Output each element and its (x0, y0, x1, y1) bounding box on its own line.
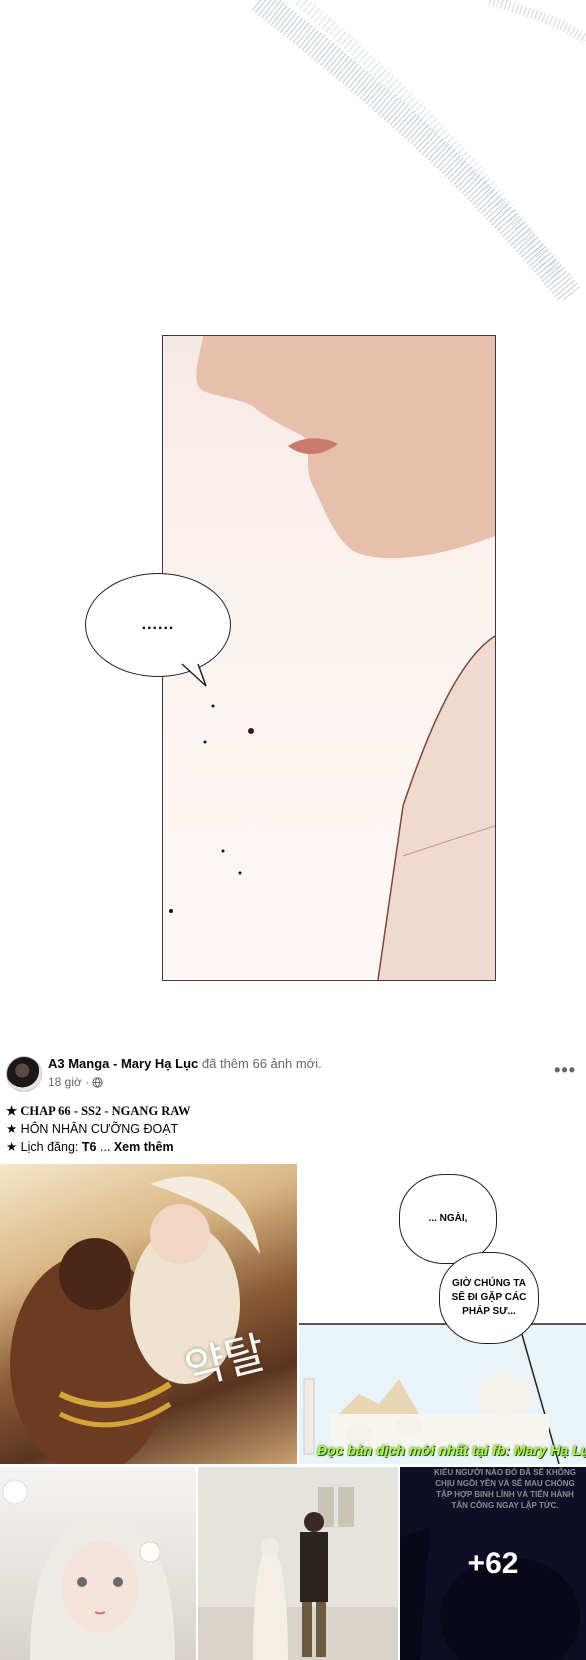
caption-line-3-day: T6 (81, 1140, 97, 1154)
post-meta: 18 giờ · (48, 1075, 103, 1089)
speech-bubble-2: GIỜ CHÚNG TA SẼ ĐI GẶP CÁC PHÁP SƯ... (439, 1252, 539, 1344)
caption-line-3: ★ Lịch đăng: T6 ... Xem thêm (6, 1138, 190, 1156)
post-photo-5[interactable]: KIỂU NGƯỜI NÀO ĐÓ ĐÃ SẼ KHÔNG CHỊU NGỒI … (400, 1467, 586, 1660)
manga-page-image: ...... (0, 0, 586, 1030)
more-photos-count[interactable]: +62 (400, 1467, 586, 1660)
author-name[interactable]: A3 Manga - Mary Hạ Lục (48, 1056, 198, 1071)
more-options-icon[interactable]: ••• (554, 1060, 576, 1081)
post-caption: ★ CHAP 66 - SS2 - NGANG RAW ★ HÔN NHÂN C… (6, 1102, 190, 1156)
caption-line-2: ★ HÔN NHÂN CƯỠNG ĐOẠT (6, 1122, 179, 1136)
avatar[interactable] (6, 1056, 42, 1092)
speech-bubble-tail (181, 663, 207, 687)
cover-illustration (10, 1176, 260, 1464)
caption-line-1: ★ CHAP 66 - SS2 - NGANG RAW (6, 1104, 191, 1118)
globe-icon (92, 1076, 103, 1088)
speech-bubble-2-text: GIỜ CHÚNG TA SẼ ĐI GẶP CÁC PHÁP SƯ... (451, 1278, 527, 1317)
post-photo-2[interactable]: ... NGÀI, GIỜ CHÚNG TA SẼ ĐI GẶP CÁC PHÁ… (299, 1164, 586, 1464)
caption-ellipsis: ... (96, 1140, 114, 1154)
post-timestamp[interactable]: 18 giờ · (48, 1075, 89, 1089)
ink-spray-decoration (251, 0, 586, 300)
post-photo-4[interactable] (198, 1467, 398, 1660)
couple-scene-illustration (198, 1467, 398, 1660)
girl-portrait-illustration (2, 1479, 175, 1660)
speech-bubble-1-text: ... NGÀI, (428, 1213, 468, 1224)
speech-bubble-1: ... NGÀI, (399, 1174, 497, 1264)
post-photo-3[interactable] (0, 1467, 196, 1660)
see-more-link[interactable]: Xem thêm (114, 1140, 174, 1154)
post-header: A3 Manga - Mary Hạ Lục đã thêm 66 ảnh mớ… (48, 1056, 322, 1071)
speech-bubble-text: ...... (141, 616, 175, 633)
post-photo-1[interactable]: 약탈 (0, 1164, 297, 1464)
watermark-text: Đọc bản dịch mới nhất tại fb: Mary Hạ Lụ… (317, 1442, 586, 1458)
caption-line-3-prefix: ★ Lịch đăng: (6, 1140, 82, 1154)
post-action: đã thêm 66 ảnh mới. (201, 1056, 322, 1071)
